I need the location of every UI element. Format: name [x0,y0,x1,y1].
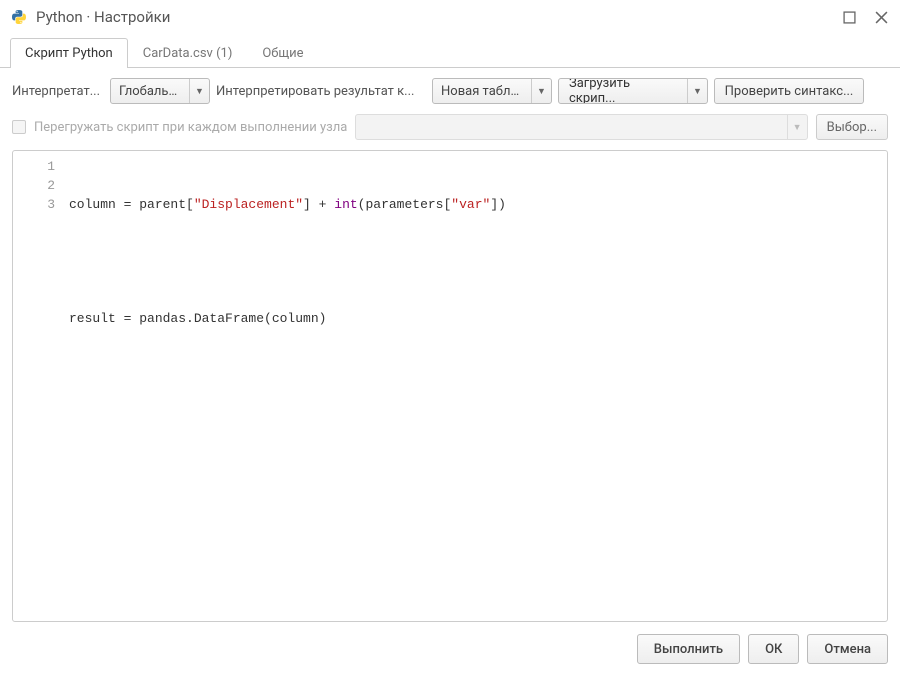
chevron-down-icon: ▼ [787,115,807,139]
maximize-icon[interactable] [840,8,858,26]
code-editor[interactable]: 1 2 3 column = parent["Displacement"] + … [12,150,888,622]
line-number: 1 [13,157,55,176]
cancel-button[interactable]: Отмена [807,634,888,664]
button-label: Выполнить [654,642,723,657]
select-button[interactable]: Выбор... [816,114,888,140]
dropdown-value: Новая табли... [433,84,531,99]
tab-bar: Скрипт Python CarData.csv (1) Общие [0,38,900,68]
close-icon[interactable] [872,8,890,26]
tab-cardata[interactable]: CarData.csv (1) [128,38,248,68]
interpreter-dropdown[interactable]: Глобальн... ▼ [110,78,210,104]
check-syntax-button[interactable]: Проверить синтакс... [714,78,864,104]
reload-path-dropdown: ▼ [355,114,807,140]
button-label: Загрузить скрип... [559,78,687,104]
tab-label: Общие [262,46,303,61]
button-label: Выбор... [827,120,877,135]
button-label: Отмена [824,642,871,657]
reload-row: Перегружать скрипт при каждом выполнении… [0,110,900,150]
toolbar: Интерпретат... Глобальн... ▼ Интерпретир… [0,68,900,110]
ok-button[interactable]: ОК [748,634,799,664]
load-script-button[interactable]: Загрузить скрип... ▼ [558,78,708,104]
interpreter-label: Интерпретат... [12,84,104,99]
chevron-down-icon: ▼ [189,79,209,103]
window-title: Python · Настройки [36,8,840,26]
dialog-footer: Выполнить ОК Отмена [0,622,900,676]
interpret-as-label: Интерпретировать результат к... [216,84,426,99]
line-gutter: 1 2 3 [13,151,69,621]
tab-label: CarData.csv (1) [143,46,233,61]
chevron-down-icon: ▼ [531,79,551,103]
tab-label: Скрипт Python [25,46,113,61]
dropdown-value: Глобальн... [111,84,189,99]
line-number: 2 [13,176,55,195]
tab-general[interactable]: Общие [247,38,318,68]
title-bar: Python · Настройки [0,0,900,34]
chevron-down-icon: ▼ [687,79,707,103]
reload-checkbox[interactable] [12,120,26,134]
execute-button[interactable]: Выполнить [637,634,740,664]
line-number: 3 [13,195,55,214]
tab-script-python[interactable]: Скрипт Python [10,38,128,68]
button-label: Проверить синтакс... [725,84,854,99]
code-content[interactable]: column = parent["Displacement"] + int(pa… [69,151,887,621]
python-icon [10,8,28,26]
reload-label: Перегружать скрипт при каждом выполнении… [34,120,347,135]
interpret-as-dropdown[interactable]: Новая табли... ▼ [432,78,552,104]
button-label: ОК [765,642,782,657]
